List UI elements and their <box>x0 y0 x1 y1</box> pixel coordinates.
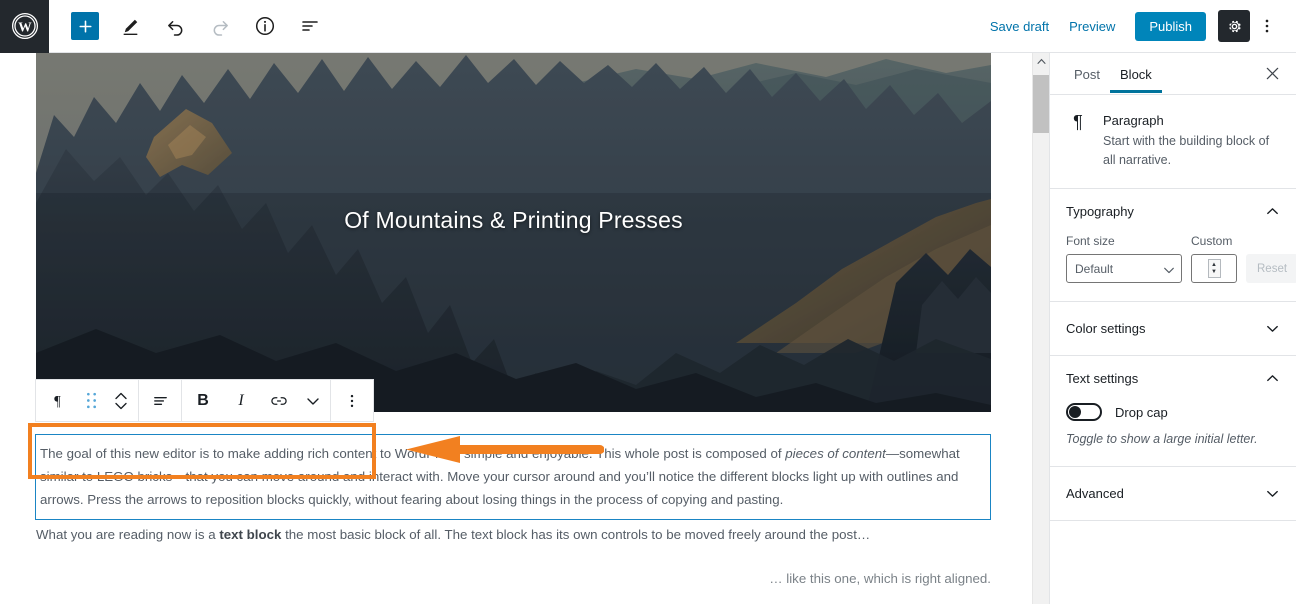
font-size-label: Font size <box>1066 234 1115 248</box>
paragraph-block-three[interactable]: … like this one, which is right aligned. <box>36 567 991 590</box>
scrollbar-thumb[interactable] <box>1033 75 1050 133</box>
link-button[interactable] <box>260 380 298 421</box>
more-formatting-button[interactable] <box>298 380 328 421</box>
panel-text-settings-body: Drop cap Toggle to show a large initial … <box>1050 403 1296 466</box>
drop-cap-row: Drop cap <box>1066 403 1280 421</box>
redo-button[interactable] <box>202 8 238 44</box>
align-left-icon <box>153 396 167 405</box>
move-up-down-button[interactable] <box>106 380 136 421</box>
scrollbar-up-arrow-icon[interactable] <box>1033 53 1050 70</box>
edit-mode-button[interactable] <box>112 8 148 44</box>
close-x-icon <box>1266 67 1278 80</box>
chevron-up-icon <box>1265 204 1280 219</box>
font-size-reset-button[interactable]: Reset <box>1246 254 1296 283</box>
add-block-button[interactable] <box>71 12 99 40</box>
svg-text:¶: ¶ <box>54 394 61 409</box>
stepper-down-icon[interactable]: ▼ <box>1211 269 1217 275</box>
cover-block-title[interactable]: Of Mountains & Printing Presses <box>36 207 991 234</box>
settings-gear-button[interactable] <box>1218 10 1250 42</box>
align-text-button[interactable] <box>141 380 179 421</box>
panel-text-settings: Text settings Drop cap Toggle to show a … <box>1050 356 1296 467</box>
chevron-up-icon <box>1265 371 1280 386</box>
drag-handle[interactable] <box>76 380 106 421</box>
drag-dots-icon <box>86 392 96 409</box>
paragraph-two-part2: the most basic block of all. The text bl… <box>281 527 871 542</box>
panel-color-settings-header[interactable]: Color settings <box>1050 302 1296 355</box>
panel-color-settings-title: Color settings <box>1066 321 1146 336</box>
publish-button[interactable]: Publish <box>1135 11 1206 41</box>
paragraph-emphasis: pieces of content <box>785 446 886 461</box>
sidebar-tabs: Post Block <box>1050 53 1296 95</box>
block-toolbar: ¶ B I <box>35 379 374 422</box>
more-options-button[interactable] <box>1252 10 1282 42</box>
tab-post[interactable]: Post <box>1064 55 1110 93</box>
pilcrow-icon: ¶ <box>54 394 61 409</box>
kebab-vertical-icon <box>1265 19 1269 33</box>
paragraph-two-bold: text block <box>219 527 282 542</box>
drop-cap-help-text: Toggle to show a large initial letter. <box>1066 432 1258 446</box>
chevron-up-down-icon <box>115 392 127 409</box>
panel-color-settings: Color settings <box>1050 302 1296 356</box>
block-card-title: Paragraph <box>1103 113 1164 128</box>
panel-typography-header[interactable]: Typography <box>1050 189 1296 234</box>
bold-button[interactable]: B <box>184 380 222 421</box>
drop-cap-label: Drop cap <box>1115 404 1168 420</box>
link-icon <box>271 396 287 405</box>
paragraph-block-two[interactable]: What you are reading now is a text block… <box>36 523 991 546</box>
selected-paragraph-block[interactable]: The goal of this new editor is to make a… <box>35 434 991 520</box>
custom-font-size-label: Custom <box>1191 234 1233 248</box>
save-draft-button[interactable]: Save draft <box>980 13 1059 40</box>
font-size-select[interactable]: Default <box>1066 254 1182 283</box>
quantity-stepper[interactable]: ▲ ▼ <box>1207 259 1221 278</box>
custom-font-size-field[interactable]: ▲ ▼ <box>1191 254 1237 283</box>
editor-canvas[interactable]: Of Mountains & Printing Presses ¶ B I Th… <box>0 53 1032 604</box>
pilcrow-icon: ¶ <box>1073 112 1083 132</box>
gear-icon <box>1228 20 1241 32</box>
block-toolbar-container: ¶ B I <box>35 379 374 422</box>
info-circle-icon[interactable] <box>247 8 283 44</box>
tab-block[interactable]: Block <box>1110 55 1162 93</box>
wordpress-logo-icon[interactable]: W <box>0 0 49 53</box>
block-type-paragraph-button[interactable]: ¶ <box>38 380 76 421</box>
panel-text-settings-header[interactable]: Text settings <box>1050 356 1296 401</box>
block-navigation-icon[interactable] <box>292 8 328 44</box>
header-right-actions: Save draft Preview Publish <box>980 10 1296 42</box>
header-left-tools <box>49 8 337 44</box>
settings-sidebar: Post Block ¶ Paragraph Start with the bu… <box>1049 53 1296 604</box>
paragraph-text-part1: The goal of this new editor is to make a… <box>40 446 786 461</box>
paragraph-two-part1: What you are reading now is a <box>36 527 220 542</box>
block-card-description: Start with the building block of all nar… <box>1103 134 1270 167</box>
editor-scrollbar[interactable] <box>1032 53 1050 604</box>
editor-header-toolbar: W Save draft Preview Publish <box>0 0 1296 53</box>
chevron-down-icon <box>1265 321 1280 336</box>
chevron-down-icon <box>307 397 319 405</box>
panel-advanced-title: Advanced <box>1066 486 1124 501</box>
drop-cap-toggle[interactable] <box>1066 403 1102 421</box>
panel-typography: Typography Font size Default Custom ▲ ▼ … <box>1050 189 1296 302</box>
panel-typography-body: Font size Default Custom ▲ ▼ Reset <box>1050 234 1296 301</box>
wordpress-block-editor: W Save draft Preview Publish Of Mountain… <box>0 0 1296 604</box>
panel-advanced-header[interactable]: Advanced <box>1050 467 1296 520</box>
preview-button[interactable]: Preview <box>1059 13 1125 40</box>
stepper-up-icon[interactable]: ▲ <box>1211 262 1217 268</box>
panel-advanced: Advanced <box>1050 467 1296 521</box>
block-toolbar-group-move: ¶ <box>36 380 139 421</box>
block-toolbar-group-align <box>139 380 182 421</box>
panel-text-settings-title: Text settings <box>1066 371 1139 386</box>
chevron-down-icon <box>1265 486 1280 501</box>
italic-button[interactable]: I <box>222 380 260 421</box>
cover-image-block[interactable]: Of Mountains & Printing Presses <box>36 53 991 412</box>
svg-text:W: W <box>18 19 32 34</box>
toggle-knob <box>1069 406 1081 418</box>
close-sidebar-button[interactable] <box>1258 60 1286 88</box>
block-options-button[interactable] <box>333 380 371 421</box>
block-info-card: ¶ Paragraph Start with the building bloc… <box>1050 95 1296 189</box>
font-size-row: Font size Default Custom ▲ ▼ Reset <box>1066 234 1296 283</box>
panel-typography-title: Typography <box>1066 204 1134 219</box>
kebab-vertical-icon <box>350 394 354 407</box>
block-toolbar-group-options <box>331 380 373 421</box>
undo-button[interactable] <box>157 8 193 44</box>
block-toolbar-group-format: B I <box>182 380 331 421</box>
